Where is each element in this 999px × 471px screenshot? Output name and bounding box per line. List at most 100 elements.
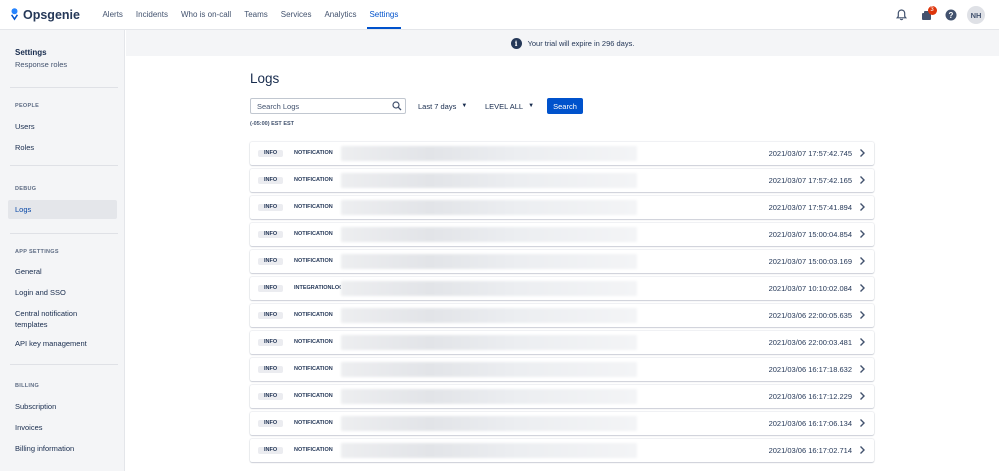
log-timestamp: 2021/03/06 16:17:12.229 <box>768 392 852 401</box>
log-message-redacted <box>341 281 637 296</box>
page-title: Logs <box>250 71 280 86</box>
log-message-redacted <box>341 335 637 350</box>
log-row[interactable]: INFO NOTIFICATION 2021/03/07 15:00:04.854 <box>250 223 874 246</box>
sidebar-divider <box>10 87 118 88</box>
nav-services[interactable]: Services <box>274 0 318 30</box>
log-timestamp: 2021/03/07 15:00:04.854 <box>768 230 852 239</box>
level-dropdown[interactable]: LEVEL ALL ▼ <box>480 98 534 114</box>
user-avatar[interactable]: NH <box>967 6 985 24</box>
log-row[interactable]: INFO NOTIFICATION 2021/03/07 17:57:42.165 <box>250 169 874 192</box>
log-row[interactable]: INFO NOTIFICATION 2021/03/07 15:00:03.169 <box>250 250 874 273</box>
section-app-settings: APP SETTINGS <box>15 249 59 255</box>
nav-teams[interactable]: Teams <box>238 0 275 30</box>
log-row[interactable]: INFO NOTIFICATION 2021/03/06 22:00:03.481 <box>250 331 874 354</box>
log-row[interactable]: INFO NOTIFICATION 2021/03/06 22:00:05.635 <box>250 304 874 327</box>
chevron-right-icon[interactable] <box>859 256 866 266</box>
log-level-badge: INFO <box>258 366 284 373</box>
chevron-right-icon[interactable] <box>859 418 866 428</box>
sidebar-item-invoices[interactable]: Invoices <box>8 423 117 433</box>
sidebar-item-logs[interactable]: Logs <box>8 200 117 219</box>
sidebar-divider <box>10 165 118 166</box>
log-type-label: NOTIFICATION <box>294 393 333 399</box>
search-logs-box[interactable] <box>250 98 406 114</box>
section-debug: DEBUG <box>15 186 37 192</box>
log-type-label: NOTIFICATION <box>294 177 333 183</box>
log-timestamp: 2021/03/07 15:00:03.169 <box>768 257 852 266</box>
log-timestamp: 2021/03/06 16:17:18.632 <box>768 365 852 374</box>
sidebar-item-response-roles[interactable]: Response roles <box>15 60 67 69</box>
svg-text:?: ? <box>948 11 953 20</box>
log-level-badge: INFO <box>258 258 284 265</box>
chevron-right-icon[interactable] <box>859 148 866 158</box>
sidebar-item-central-notification-templates[interactable]: Central notification templates <box>8 309 108 330</box>
log-row[interactable]: INFO NOTIFICATION 2021/03/06 16:17:18.632 <box>250 358 874 381</box>
search-icon[interactable] <box>392 101 402 111</box>
log-level-badge: INFO <box>258 393 284 400</box>
log-message-redacted <box>341 389 637 404</box>
notification-icon[interactable]: 3 <box>916 5 937 26</box>
log-level-badge: INFO <box>258 150 284 157</box>
sidebar-divider <box>10 364 118 365</box>
log-type-label: NOTIFICATION <box>294 366 333 372</box>
nav-who-is-on-call[interactable]: Who is on-call <box>174 0 237 30</box>
opsgenie-logo-icon <box>11 8 18 21</box>
section-people: PEOPLE <box>15 103 40 109</box>
level-label: LEVEL ALL <box>485 101 524 111</box>
log-timestamp: 2021/03/06 22:00:05.635 <box>768 311 852 320</box>
log-row[interactable]: INFO NOTIFICATION 2021/03/06 16:17:02.714 <box>250 439 874 462</box>
sidebar-title: Settings <box>15 48 47 57</box>
sidebar-item-roles[interactable]: Roles <box>8 143 117 153</box>
chevron-right-icon[interactable] <box>859 283 866 293</box>
log-row[interactable]: INFO NOTIFICATION 2021/03/07 17:57:42.745 <box>250 142 874 165</box>
log-row[interactable]: INFO NOTIFICATION 2021/03/06 16:17:06.134 <box>250 412 874 435</box>
log-row[interactable]: INFO NOTIFICATION 2021/03/07 17:57:41.894 <box>250 196 874 219</box>
bell-icon[interactable] <box>891 5 912 26</box>
chevron-right-icon[interactable] <box>859 175 866 185</box>
nav-settings[interactable]: Settings <box>363 0 405 30</box>
log-timestamp: 2021/03/07 17:57:41.894 <box>768 203 852 212</box>
timezone-label: (-05:00) EST EST <box>250 121 295 127</box>
log-type-label: NOTIFICATION <box>294 339 333 345</box>
log-level-badge: INFO <box>258 447 284 454</box>
nav-alerts[interactable]: Alerts <box>96 0 129 30</box>
sidebar-item-login-sso[interactable]: Login and SSO <box>8 288 117 298</box>
chevron-right-icon[interactable] <box>859 337 866 347</box>
chevron-right-icon[interactable] <box>859 445 866 455</box>
trial-banner-text: Your trial will expire in 296 days. <box>527 38 635 48</box>
log-type-label: NOTIFICATION <box>294 420 333 426</box>
top-navigation-bar: Opsgenie Alerts Incidents Who is on-call… <box>0 0 999 30</box>
chevron-right-icon[interactable] <box>859 364 866 374</box>
brand-name: Opsgenie <box>23 7 80 22</box>
sidebar-item-users[interactable]: Users <box>8 122 117 132</box>
log-row[interactable]: INFO NOTIFICATION 2021/03/06 16:17:12.229 <box>250 385 874 408</box>
chevron-down-icon: ▼ <box>461 103 468 109</box>
log-type-label: NOTIFICATION <box>294 447 333 453</box>
log-level-badge: INFO <box>258 339 284 346</box>
help-icon[interactable]: ? <box>940 5 961 26</box>
log-type-label: NOTIFICATION <box>294 312 333 318</box>
nav-incidents[interactable]: Incidents <box>129 0 174 30</box>
log-message-redacted <box>341 227 637 242</box>
log-timestamp: 2021/03/07 17:57:42.745 <box>768 149 852 158</box>
chevron-down-icon: ▼ <box>528 103 535 109</box>
log-timestamp: 2021/03/06 16:17:02.714 <box>768 446 852 455</box>
opsgenie-logo[interactable]: Opsgenie <box>10 0 80 30</box>
chevron-right-icon[interactable] <box>859 229 866 239</box>
log-message-redacted <box>341 146 637 161</box>
log-message-redacted <box>341 200 637 215</box>
search-logs-input[interactable] <box>257 101 387 112</box>
sidebar-item-billing-information[interactable]: Billing information <box>8 444 117 454</box>
log-message-redacted <box>341 308 637 323</box>
chevron-right-icon[interactable] <box>859 310 866 320</box>
time-range-dropdown[interactable]: Last 7 days ▼ <box>413 98 467 114</box>
search-button[interactable]: Search <box>547 98 583 114</box>
sidebar-item-general[interactable]: General <box>8 267 117 277</box>
nav-analytics[interactable]: Analytics <box>318 0 363 30</box>
log-level-badge: INFO <box>258 177 284 184</box>
chevron-right-icon[interactable] <box>859 391 866 401</box>
chevron-right-icon[interactable] <box>859 202 866 212</box>
sidebar-item-subscription[interactable]: Subscription <box>8 402 117 412</box>
section-billing: BILLING <box>15 383 40 389</box>
sidebar-item-api-key-management[interactable]: API key management <box>8 339 117 349</box>
log-row[interactable]: INFO INTEGRATIONLOG 2021/03/07 10:10:02.08… <box>250 277 874 300</box>
